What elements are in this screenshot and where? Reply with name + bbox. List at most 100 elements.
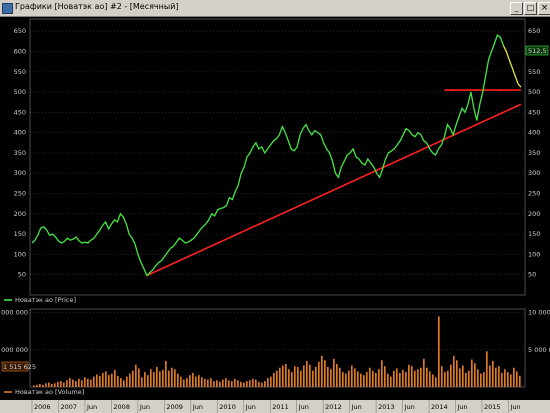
volume-legend-label: Новатэк ао [Volume] [15, 388, 84, 396]
volume-bar [309, 364, 311, 387]
volume-bar [78, 378, 80, 387]
volume-bar [267, 378, 269, 387]
volume-bar [348, 370, 350, 387]
volume-bar [132, 370, 134, 387]
volume-bar [45, 383, 47, 387]
volume-y-tick-left: 10 000 000 [0, 309, 28, 317]
maximize-button[interactable]: □ [524, 2, 537, 15]
price-y-tick-left: 600 [14, 47, 26, 55]
title-bar[interactable]: Графики [Новатэк ао] #2 - [Месячный] _ □… [0, 0, 550, 17]
volume-bar [444, 372, 446, 387]
volume-bar [441, 366, 443, 387]
volume-bar [237, 380, 239, 387]
volume-bar [234, 378, 236, 387]
volume-bar [483, 372, 485, 387]
volume-bar [186, 378, 188, 387]
volume-bar [414, 370, 416, 387]
volume-bar [213, 381, 215, 387]
volume-bar [33, 385, 35, 387]
volume-bar [432, 374, 434, 387]
volume-bar [393, 370, 395, 387]
volume-bar [396, 368, 398, 387]
volume-bar [69, 378, 71, 387]
price-y-tick-right: 550 [528, 68, 540, 76]
volume-bar [90, 379, 92, 387]
volume-bar [177, 373, 179, 387]
volume-bar [435, 377, 437, 387]
price-y-tick-right: 150 [528, 230, 540, 238]
volume-bar [123, 380, 125, 387]
last-price-label: 512,5 [528, 47, 547, 55]
x-tick-label: Jun [192, 403, 203, 411]
volume-bar [297, 366, 299, 387]
price-legend-label: Новатэк ао [Price] [15, 296, 76, 304]
close-button[interactable]: × [538, 2, 550, 15]
x-tick-label: 2012 [325, 403, 342, 411]
x-tick-label: Jun [298, 403, 309, 411]
x-axis: 2006 2007 Jun 2008 Jun 2009 Jun 2010 Jun 2011 Jun 2… [0, 400, 550, 413]
volume-bar [183, 379, 185, 387]
price-y-tick-right: 250 [528, 190, 540, 198]
price-y-tick-left: 550 [14, 68, 26, 76]
x-tick-label: Jun [457, 403, 468, 411]
volume-y-tick-left: 5 000 000 [0, 346, 28, 354]
volume-bar [429, 371, 431, 387]
volume-bar [294, 366, 296, 387]
volume-bar [423, 358, 425, 387]
volume-bar [201, 377, 203, 387]
volume-bar [243, 382, 245, 387]
volume-bar [261, 382, 263, 387]
minimize-button[interactable]: _ [510, 2, 523, 15]
price-y-tick-right: 400 [528, 129, 540, 137]
volume-bar [378, 369, 380, 387]
price-y-tick-right: 200 [528, 210, 540, 218]
x-tick-label: 2009 [166, 403, 183, 411]
volume-bar [180, 376, 182, 387]
volume-bar [174, 369, 176, 387]
volume-bar [138, 368, 140, 387]
volume-bar [417, 369, 419, 387]
volume-bar [117, 375, 119, 387]
volume-bar [168, 370, 170, 387]
volume-bar [369, 367, 371, 387]
volume-bar [510, 374, 512, 387]
volume-bar [105, 371, 107, 387]
x-tick-label: 2013 [378, 403, 395, 411]
volume-bar [363, 375, 365, 387]
x-tick-label: 2015 [484, 403, 501, 411]
volume-bar [204, 378, 206, 387]
volume-bar [498, 366, 500, 387]
volume-bar [324, 360, 326, 387]
volume-bar [456, 360, 458, 387]
volume-bar [93, 376, 95, 387]
volume-bar [339, 367, 341, 387]
price-y-tick-left: 500 [14, 88, 26, 96]
chart-canvas: 6506506006005505505005004504504004003503… [0, 17, 550, 413]
volume-bar [489, 365, 491, 387]
volume-bar [48, 382, 50, 387]
volume-bar [453, 355, 455, 387]
volume-bar [375, 372, 377, 387]
volume-bar [240, 381, 242, 387]
volume-bar [57, 381, 59, 387]
volume-bar [285, 364, 287, 387]
x-tick-label: 2010 [219, 403, 236, 411]
volume-bar [333, 358, 335, 387]
volume-bar [162, 369, 164, 387]
volume-bar [468, 370, 470, 387]
volume-bar [507, 372, 509, 387]
volume-bar [135, 364, 137, 387]
volume-bar [39, 384, 41, 387]
volume-bar [111, 373, 113, 387]
x-tick-label: 2011 [272, 403, 289, 411]
volume-bar [195, 376, 197, 387]
volume-bar [96, 374, 98, 387]
volume-bar [459, 368, 461, 387]
x-tick-label: Jun [351, 403, 362, 411]
volume-bar [504, 369, 506, 387]
volume-bar [216, 380, 218, 387]
volume-bar [345, 373, 347, 387]
volume-bar [81, 380, 83, 387]
x-tick-label: Jun [509, 403, 520, 411]
volume-bar [462, 365, 464, 387]
